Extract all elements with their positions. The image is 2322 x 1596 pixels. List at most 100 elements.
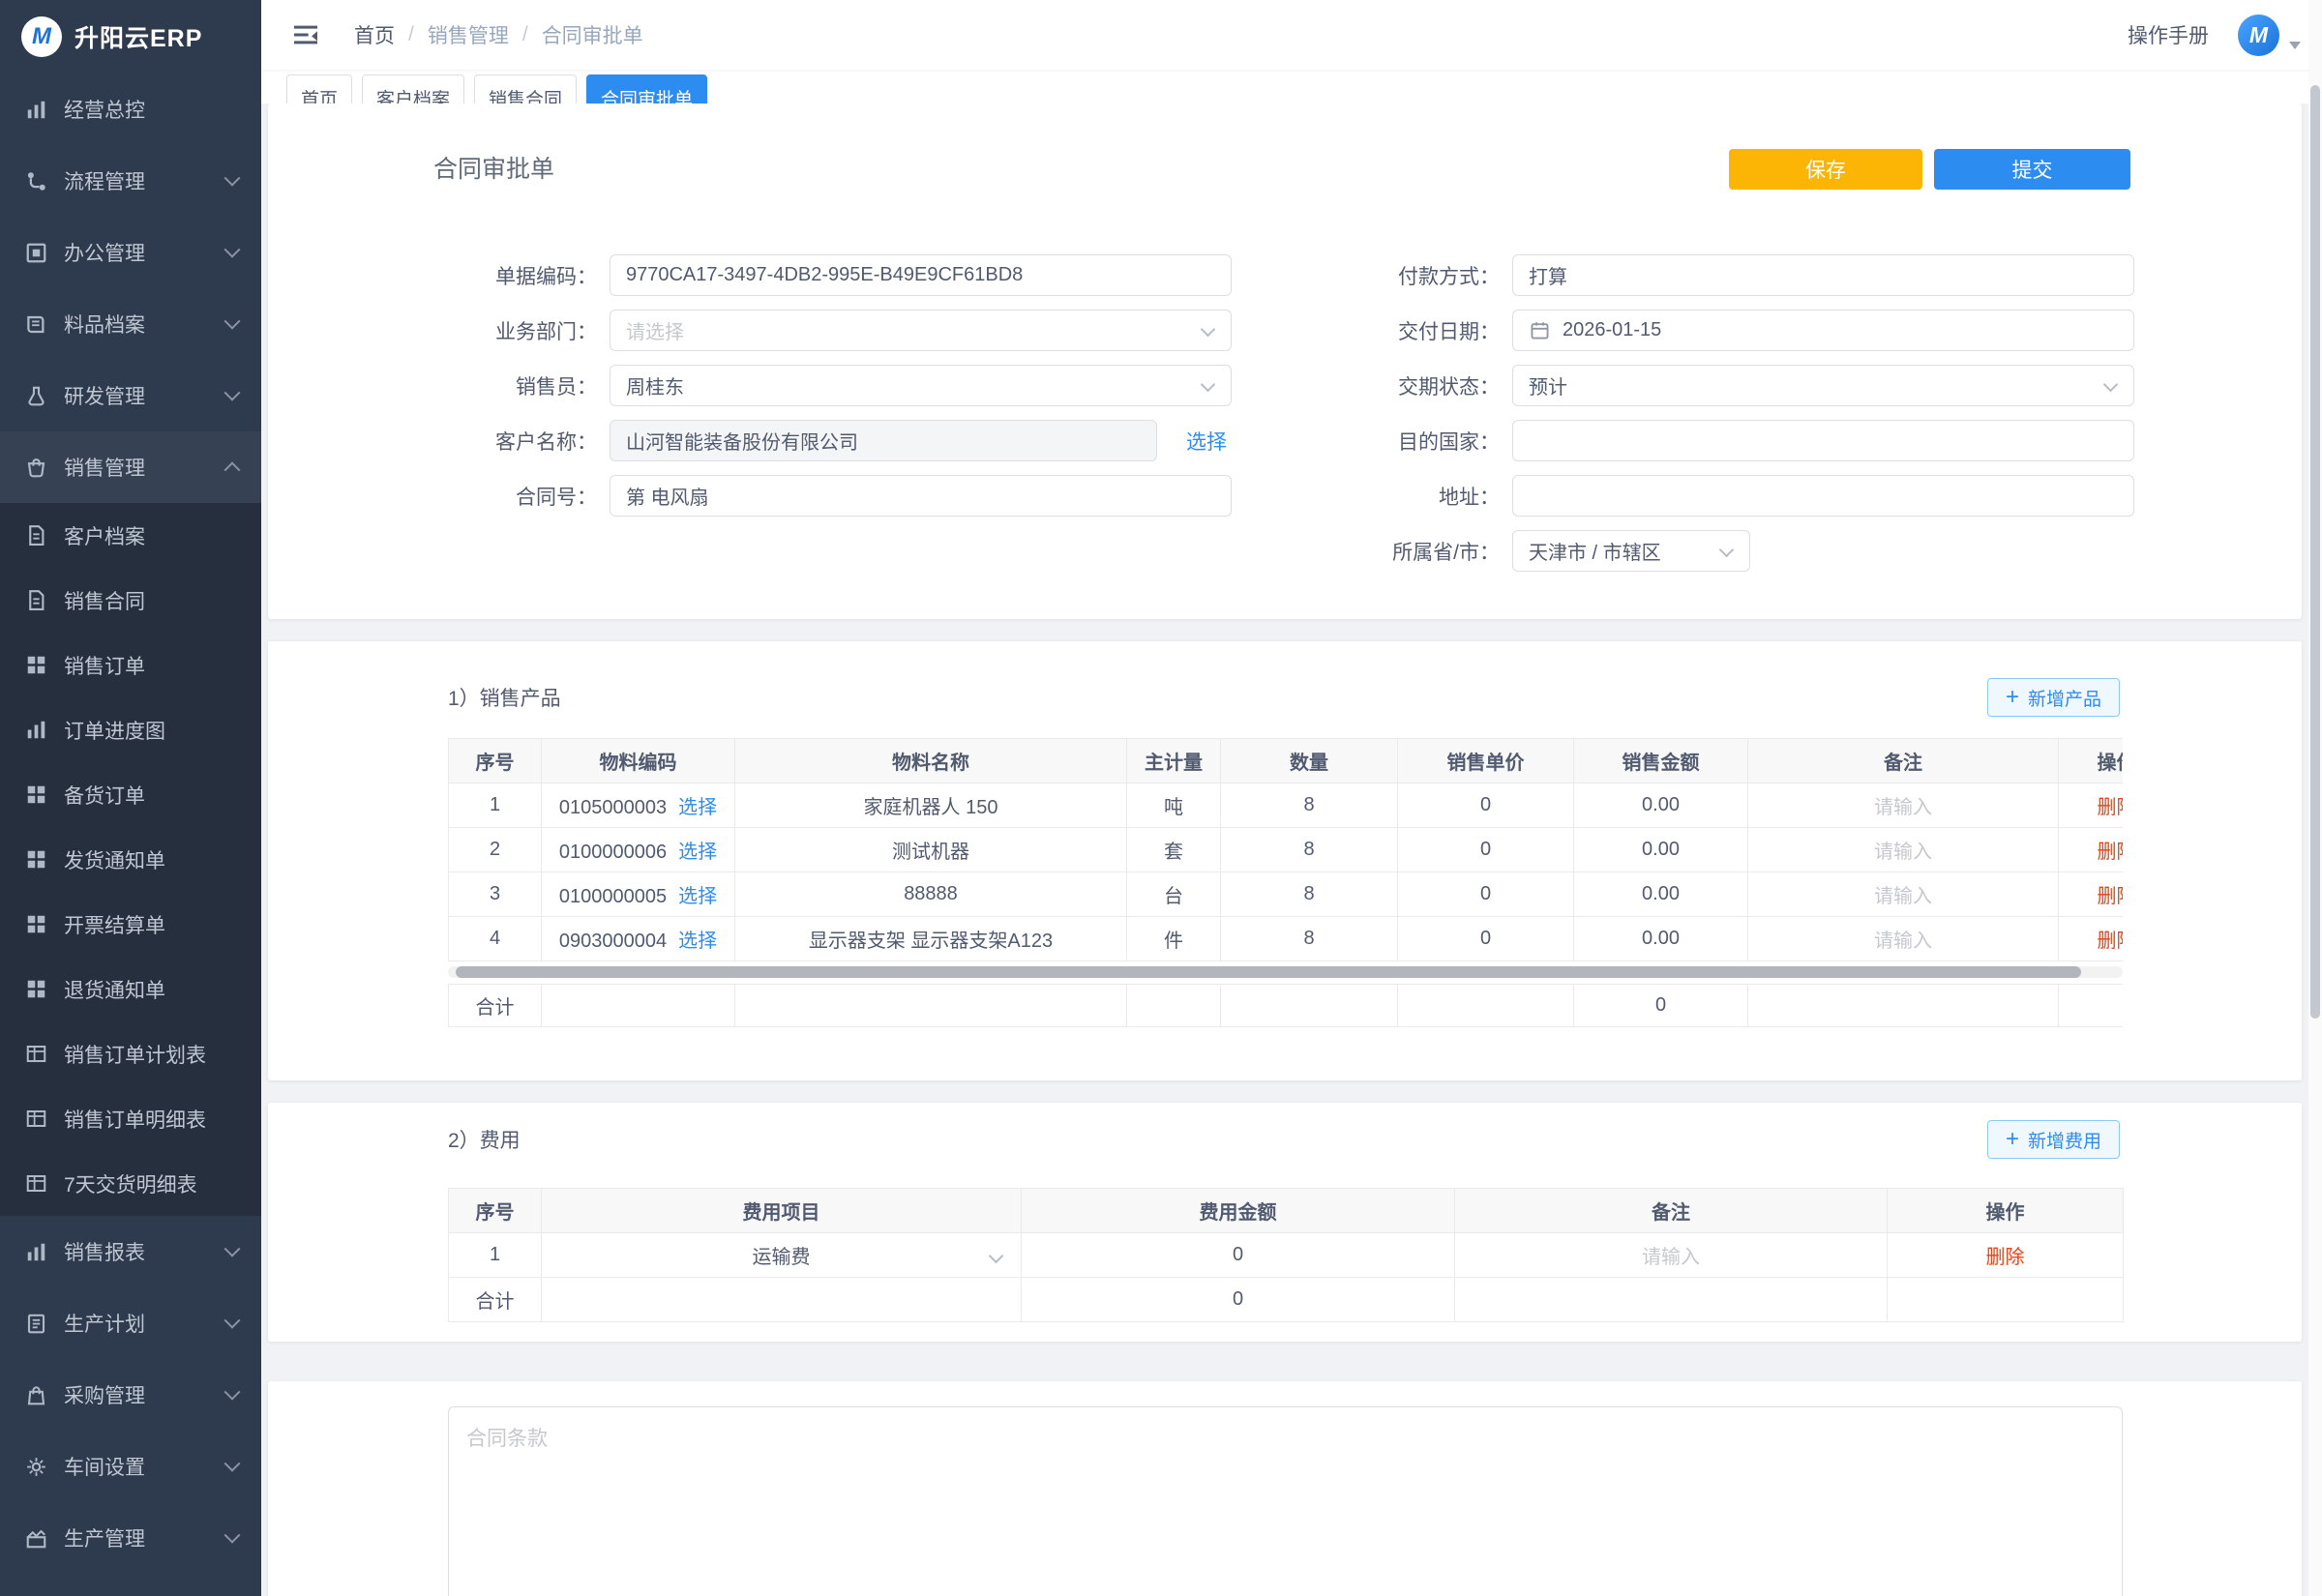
delivery-status-select-value: 预计: [1529, 371, 1567, 399]
pick-link[interactable]: 选择: [678, 886, 717, 907]
pick-link[interactable]: 选择: [678, 797, 717, 818]
contract-no-input[interactable]: 第 电风扇: [610, 475, 1232, 517]
contract-terms-textarea[interactable]: [448, 1406, 2123, 1596]
note-input[interactable]: 请输入: [1748, 828, 2059, 872]
products-col-数量: 数量: [1221, 739, 1398, 783]
sidebar-subitem-7天交货明细表[interactable]: 7天交货明细表: [0, 1151, 261, 1216]
material-code: 0105000003: [559, 797, 667, 818]
form-card-header: 合同审批单 保存 提交: [268, 103, 2302, 192]
breadcrumb-item-销售管理[interactable]: 销售管理: [428, 20, 509, 49]
delete-link[interactable]: 删除: [2098, 842, 2124, 863]
contract-form: 单据编码：9770CA17-3497-4DB2-995E-B49E9CF61BD…: [268, 254, 2302, 612]
pick-link[interactable]: 选择: [678, 842, 717, 863]
sidebar-item-研发管理[interactable]: 研发管理: [0, 360, 261, 431]
terms-card: [268, 1381, 2302, 1596]
sidebar-item-委外管理[interactable]: 委外管理: [0, 1574, 261, 1596]
note-input[interactable]: 请输入: [1748, 872, 2059, 917]
fee-row: 1运输费0请输入删除: [449, 1233, 2124, 1278]
business-dept-select-value: 请选择: [626, 316, 684, 344]
business-dept-select[interactable]: 请选择: [610, 310, 1232, 351]
form-row-contract-no-input: 合同号：第 电风扇: [268, 475, 1232, 517]
sidebar-item-销售报表[interactable]: 销售报表: [0, 1216, 261, 1287]
sidebar-item-销售管理[interactable]: 销售管理: [0, 431, 261, 503]
sidebar-item-料品档案[interactable]: 料品档案: [0, 288, 261, 360]
submit-button[interactable]: 提交: [1934, 149, 2130, 190]
sidebar-item-车间设置[interactable]: 车间设置: [0, 1431, 261, 1502]
amount: 0.00: [1574, 828, 1748, 872]
breadcrumb-item-首页[interactable]: 首页: [354, 20, 395, 49]
unit-price[interactable]: 0: [1398, 917, 1574, 961]
topbar-right: 操作手册 M: [2128, 15, 2301, 56]
sidebar-item-经营总控[interactable]: 经营总控: [0, 74, 261, 145]
fee-item-select[interactable]: 运输费: [542, 1233, 1022, 1278]
destination-country-input[interactable]: [1512, 420, 2134, 461]
sidebar-subitem-订单进度图[interactable]: 订单进度图: [0, 697, 261, 762]
sidebar-subitem-客户档案[interactable]: 客户档案: [0, 503, 261, 568]
tabs-bar: 首页客户档案销售合同合同审批单: [261, 70, 2308, 108]
note-input[interactable]: 请输入: [1455, 1233, 1888, 1278]
unit-price[interactable]: 0: [1398, 828, 1574, 872]
note-input[interactable]: 请输入: [1748, 783, 2059, 828]
sidebar-subitem-发货通知单[interactable]: 发货通知单: [0, 827, 261, 892]
unit-price[interactable]: 0: [1398, 872, 1574, 917]
vertical-scrollbar[interactable]: [2308, 0, 2322, 1596]
avatar[interactable]: M: [2238, 15, 2279, 56]
chevron-down-icon: [989, 1249, 1004, 1264]
vertical-scrollbar-thumb[interactable]: [2310, 85, 2320, 1019]
sidebar-item-生产管理[interactable]: 生产管理: [0, 1502, 261, 1574]
sidebar-item-采购管理[interactable]: 采购管理: [0, 1359, 261, 1431]
horizontal-scrollbar[interactable]: [448, 966, 2123, 978]
sidebar-subitem-销售订单明细表[interactable]: 销售订单明细表: [0, 1086, 261, 1151]
sidebar-subitem-开票结算单[interactable]: 开票结算单: [0, 892, 261, 957]
add-product-button[interactable]: + 新增产品: [1987, 678, 2120, 717]
delivery-status-select[interactable]: 预计: [1512, 365, 2134, 406]
quantity[interactable]: 8: [1221, 917, 1398, 961]
quantity[interactable]: 8: [1221, 783, 1398, 828]
manual-link[interactable]: 操作手册: [2128, 20, 2209, 49]
sidebar-subitem-销售合同[interactable]: 销售合同: [0, 568, 261, 633]
grid-icon: [23, 911, 49, 937]
sidebar-item-生产计划[interactable]: 生产计划: [0, 1287, 261, 1359]
chevron-up-icon: [224, 461, 241, 478]
note-input[interactable]: 请输入: [1748, 917, 2059, 961]
horizontal-scrollbar-thumb[interactable]: [456, 966, 2081, 978]
sidebar-subitem-销售订单[interactable]: 销售订单: [0, 633, 261, 697]
payment-method-input[interactable]: 打算: [1512, 254, 2134, 296]
province-city-select[interactable]: 天津市 / 市辖区: [1512, 530, 1750, 572]
customer-name-input[interactable]: 山河智能装备股份有限公司: [610, 420, 1157, 461]
menu-fold-icon[interactable]: [290, 19, 321, 50]
salesman-select[interactable]: 周桂东: [610, 365, 1232, 406]
delete-link[interactable]: 删除: [2098, 886, 2124, 907]
fees-total-row: 合计0: [449, 1278, 2124, 1322]
form-row-customer-name-input: 客户名称：山河智能装备股份有限公司选择: [268, 420, 1232, 461]
avatar-caret-icon[interactable]: [2289, 42, 2301, 49]
pick-link[interactable]: 选择: [678, 931, 717, 952]
add-fee-button[interactable]: + 新增费用: [1987, 1120, 2120, 1159]
sidebar-subitem-备货订单[interactable]: 备货订单: [0, 762, 261, 827]
doc-icon: [23, 587, 49, 613]
breadcrumb-item-合同审批单: 合同审批单: [542, 20, 643, 49]
sidebar-subitem-销售订单计划表[interactable]: 销售订单计划表: [0, 1021, 261, 1086]
save-button[interactable]: 保存: [1729, 149, 1922, 190]
fee-amount[interactable]: 0: [1022, 1233, 1455, 1278]
delete-link[interactable]: 删除: [1986, 1247, 2025, 1268]
total-empty-cell: [1127, 985, 1221, 1027]
document-code-input[interactable]: 9770CA17-3497-4DB2-995E-B49E9CF61BD8: [610, 254, 1232, 296]
quantity[interactable]: 8: [1221, 872, 1398, 917]
delivery-date-input[interactable]: 2026-01-15: [1512, 310, 2134, 351]
chevron-down-icon: [2103, 377, 2119, 393]
delete-link[interactable]: 删除: [2098, 931, 2124, 952]
address-input[interactable]: [1512, 475, 2134, 517]
fees-card: 2）费用 + 新增费用 序号费用项目费用金额备注操作1运输费0请输入删除合计0: [268, 1103, 2302, 1342]
sidebar-item-流程管理[interactable]: 流程管理: [0, 145, 261, 217]
form-row-document-code-input: 单据编码：9770CA17-3497-4DB2-995E-B49E9CF61BD…: [268, 254, 1232, 296]
app-logo: M 升阳云ERP: [0, 0, 261, 74]
sidebar-subitem-退货通知单[interactable]: 退货通知单: [0, 957, 261, 1021]
delete-link[interactable]: 删除: [2098, 797, 2124, 818]
quantity[interactable]: 8: [1221, 828, 1398, 872]
chevron-down-icon: [224, 242, 241, 258]
calendar-icon: [1529, 319, 1551, 341]
sidebar-menu: 经营总控流程管理办公管理料品档案研发管理销售管理客户档案销售合同销售订单订单进度…: [0, 74, 261, 1596]
sidebar-item-办公管理[interactable]: 办公管理: [0, 217, 261, 288]
unit-price[interactable]: 0: [1398, 783, 1574, 828]
